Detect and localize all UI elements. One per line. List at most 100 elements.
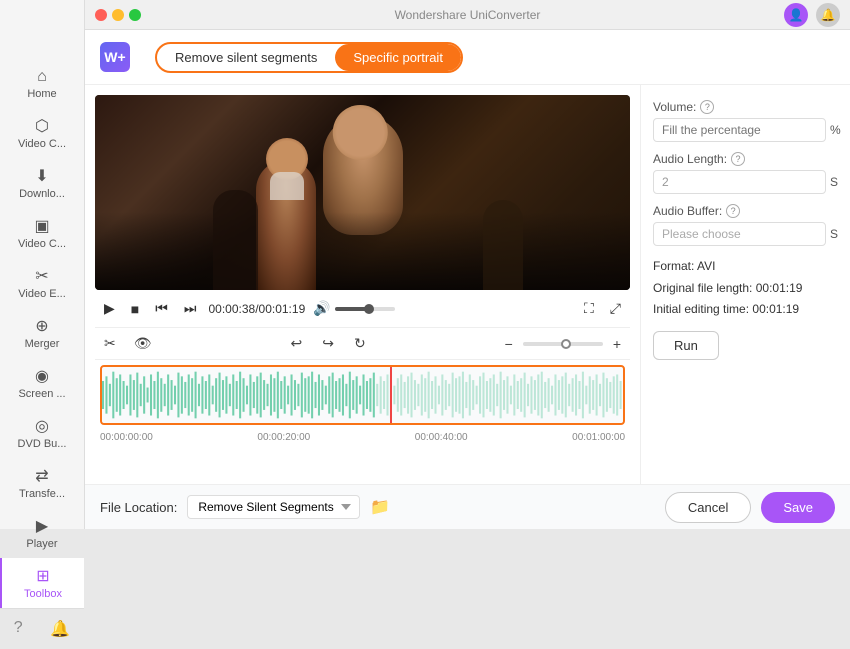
audio-buffer-select-group: Please choose S bbox=[653, 222, 838, 246]
close-button[interactable] bbox=[95, 9, 107, 21]
sidebar-label-transfer: Transfe... bbox=[19, 488, 65, 500]
home-icon: ⌂ bbox=[37, 68, 47, 86]
app-header: W+ Remove silent segments Specific portr… bbox=[85, 30, 850, 85]
zoom-out-button[interactable]: − bbox=[501, 334, 517, 354]
help-icon[interactable]: ? bbox=[14, 619, 23, 639]
controls-bar: ▶ ■ ⏮ ⏭ 00:00:38/00:01:19 🔊 ⛶ ⤢ bbox=[95, 290, 630, 328]
tab-specific-portrait[interactable]: Specific portrait bbox=[335, 44, 461, 71]
zoom-control: − + bbox=[501, 334, 625, 354]
audio-length-label: Audio Length: ? bbox=[653, 152, 838, 166]
sidebar-label-player: Player bbox=[26, 538, 57, 550]
toolbox-icon: ⊞ bbox=[36, 566, 49, 586]
sidebar-item-downloader[interactable]: ⬇ Downlo... bbox=[0, 158, 84, 208]
sidebar-item-video-compressor[interactable]: ▣ Video C... bbox=[0, 208, 84, 258]
sidebar-item-transfer[interactable]: ⇄ Transfe... bbox=[0, 458, 84, 508]
notification-icon[interactable]: 🔔 bbox=[816, 3, 840, 27]
timeline-label-3: 00:01:00:00 bbox=[572, 432, 625, 443]
video-comp-icon: ▣ bbox=[34, 216, 49, 236]
volume-slider[interactable] bbox=[335, 307, 395, 311]
redo-button[interactable]: ↪ bbox=[318, 333, 338, 354]
sidebar-label-home: Home bbox=[27, 88, 56, 100]
playhead bbox=[390, 367, 392, 423]
content-area: ▶ ■ ⏮ ⏭ 00:00:38/00:01:19 🔊 ⛶ ⤢ bbox=[85, 85, 850, 484]
sidebar-item-dvd[interactable]: ◎ DVD Bu... bbox=[0, 408, 84, 458]
cancel-button[interactable]: Cancel bbox=[665, 492, 751, 523]
user-avatar[interactable]: 👤 bbox=[784, 3, 808, 27]
video-editor-icon: ✂ bbox=[35, 266, 48, 286]
volume-input-group: % bbox=[653, 118, 838, 142]
audio-length-help-icon[interactable]: ? bbox=[731, 152, 745, 166]
window-title: Wondershare UniConverter bbox=[395, 8, 541, 22]
original-length-info: Original file length: 00:01:19 bbox=[653, 278, 838, 300]
stop-button[interactable]: ■ bbox=[127, 299, 143, 319]
tab-remove-silent[interactable]: Remove silent segments bbox=[157, 44, 335, 71]
maximize-button[interactable] bbox=[129, 9, 141, 21]
volume-input[interactable] bbox=[653, 118, 826, 142]
volume-help-icon[interactable]: ? bbox=[700, 100, 714, 114]
file-location-label: File Location: bbox=[100, 500, 177, 515]
volume-icon: 🔊 bbox=[313, 300, 330, 317]
timeline-label-0: 00:00:00:00 bbox=[100, 432, 153, 443]
tab-group: Remove silent segments Specific portrait bbox=[155, 42, 463, 73]
folder-icon[interactable]: 📁 bbox=[370, 497, 390, 517]
save-button[interactable]: Save bbox=[761, 492, 835, 523]
video-converter-icon: ⬡ bbox=[35, 116, 49, 136]
sidebar-item-merger[interactable]: ⊕ Merger bbox=[0, 308, 84, 358]
ctrl-icons-right: ⛶ ⤢ bbox=[580, 298, 625, 319]
volume-suffix: % bbox=[830, 123, 841, 137]
edit-center: ↩ ↪ ↻ bbox=[166, 333, 491, 354]
audio-buffer-label: Audio Buffer: ? bbox=[653, 204, 838, 218]
timeline-area: 00:00:00:00 00:00:20:00 00:00:40:00 00:0… bbox=[95, 360, 630, 445]
waveform-container[interactable] bbox=[100, 365, 625, 425]
bell-icon[interactable]: 🔔 bbox=[50, 619, 70, 639]
cut-button[interactable]: ✂ bbox=[100, 333, 120, 354]
sidebar-item-video-editor[interactable]: ✂ Video E... bbox=[0, 258, 84, 308]
format-info: Format: AVI bbox=[653, 256, 838, 278]
audio-length-suffix: S bbox=[830, 175, 838, 189]
volume-thumb[interactable] bbox=[364, 304, 374, 314]
undo-button[interactable]: ↩ bbox=[286, 333, 306, 354]
prev-button[interactable]: ⏮ bbox=[151, 298, 172, 319]
audio-length-input-group: S bbox=[653, 170, 838, 194]
sidebar-label-toolbox: Toolbox bbox=[24, 588, 62, 600]
right-panel: Volume: ? % Audio Length: ? S bbox=[640, 85, 850, 484]
preview-button[interactable]: 👁 bbox=[130, 333, 156, 354]
audio-buffer-help-icon[interactable]: ? bbox=[726, 204, 740, 218]
titlebar-icons: 👤 🔔 bbox=[784, 3, 840, 27]
audio-length-field: Audio Length: ? S bbox=[653, 152, 838, 194]
sidebar-bottom: ? 🔔 bbox=[0, 608, 84, 649]
timeline-label-2: 00:00:40:00 bbox=[415, 432, 468, 443]
sidebar-label-ve: Video E... bbox=[18, 288, 66, 300]
initial-time-info: Initial editing time: 00:01:19 bbox=[653, 299, 838, 321]
redo2-button[interactable]: ↻ bbox=[350, 333, 370, 354]
dvd-icon: ◎ bbox=[35, 416, 49, 436]
zoom-in-button[interactable]: + bbox=[609, 334, 625, 354]
file-location-select[interactable]: Remove Silent Segments bbox=[187, 495, 360, 519]
audio-length-input[interactable] bbox=[653, 170, 826, 194]
sidebar-item-screen[interactable]: ◉ Screen ... bbox=[0, 358, 84, 408]
sidebar: ⌂ Home ⬡ Video C... ⬇ Downlo... ▣ Video … bbox=[0, 0, 85, 529]
sidebar-label-merger: Merger bbox=[25, 338, 60, 350]
minimize-button[interactable] bbox=[112, 9, 124, 21]
time-display: 00:00:38/00:01:19 bbox=[208, 302, 305, 316]
sidebar-item-video-converter[interactable]: ⬡ Video C... bbox=[0, 108, 84, 158]
zoom-thumb[interactable] bbox=[561, 339, 571, 349]
sidebar-label-vc: Video C... bbox=[18, 138, 66, 150]
play-button[interactable]: ▶ bbox=[100, 298, 119, 319]
sidebar-item-home[interactable]: ⌂ Home bbox=[0, 60, 84, 108]
meta-info: Format: AVI Original file length: 00:01:… bbox=[653, 256, 838, 321]
expand-button[interactable]: ⤢ bbox=[606, 298, 625, 319]
audio-buffer-select[interactable]: Please choose bbox=[653, 222, 826, 246]
timeline-labels: 00:00:00:00 00:00:20:00 00:00:40:00 00:0… bbox=[95, 430, 630, 445]
bottom-actions: Cancel Save bbox=[665, 492, 835, 523]
zoom-slider[interactable] bbox=[523, 342, 603, 346]
sidebar-item-player[interactable]: ▶ Player bbox=[0, 508, 84, 558]
player-icon: ▶ bbox=[36, 516, 48, 536]
run-button[interactable]: Run bbox=[653, 331, 719, 360]
bottom-bar: File Location: Remove Silent Segments 📁 … bbox=[85, 484, 850, 529]
next-button[interactable]: ⏭ bbox=[180, 298, 201, 319]
timeline-label-1: 00:00:20:00 bbox=[257, 432, 310, 443]
fullscreen-button[interactable]: ⛶ bbox=[580, 298, 598, 319]
sidebar-item-toolbox[interactable]: ⊞ Toolbox bbox=[0, 558, 84, 608]
traffic-lights bbox=[95, 9, 141, 21]
